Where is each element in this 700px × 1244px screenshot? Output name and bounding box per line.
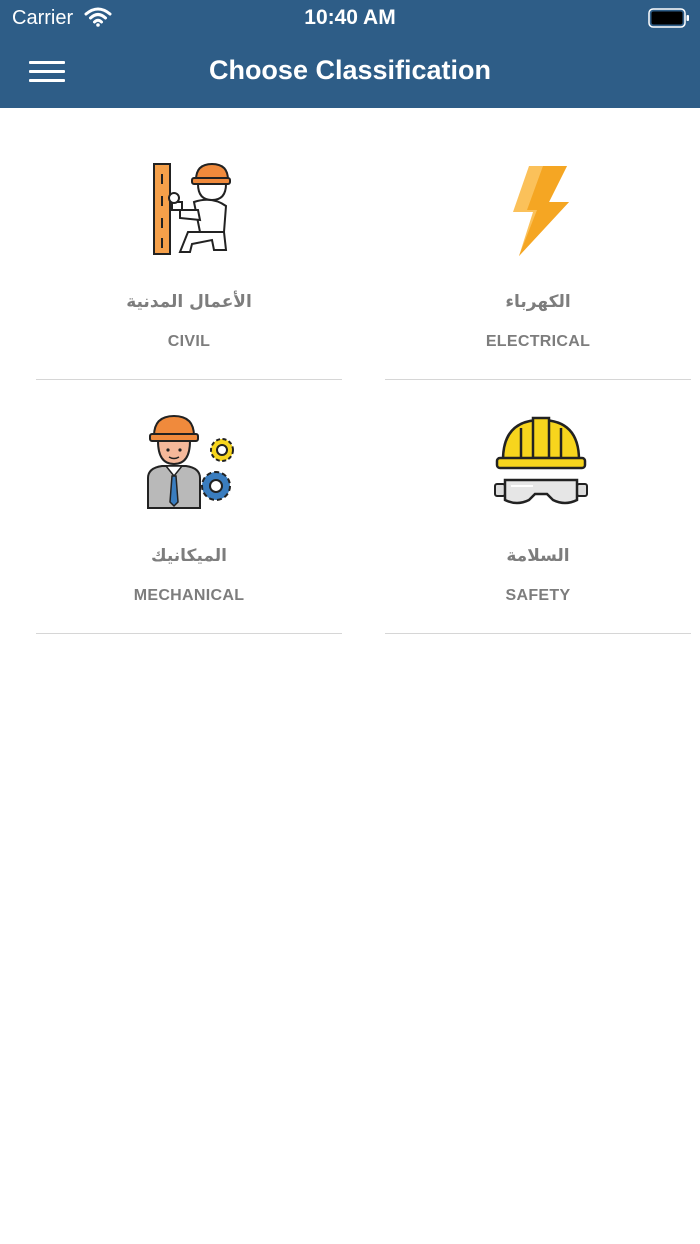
classification-label-en: SAFETY <box>505 587 571 604</box>
classification-electrical[interactable]: الكهرباء ELECTRICAL <box>385 108 691 380</box>
lightning-bolt-icon <box>513 166 569 256</box>
classification-safety[interactable]: السلامة SAFETY <box>385 362 691 634</box>
battery-icon <box>648 8 689 28</box>
hamburger-line <box>29 79 65 82</box>
hardhat-goggles-icon <box>494 416 588 505</box>
navigation-bar: Choose Classification <box>0 36 700 108</box>
classification-label-ar: الميكانيك <box>151 546 227 566</box>
status-bar: Carrier 10:40 AM <box>0 0 700 36</box>
status-time: 10:40 AM <box>304 6 396 29</box>
classification-label-en: ELECTRICAL <box>485 333 591 350</box>
classification-label-en: MECHANICAL <box>133 587 245 604</box>
divider <box>385 633 691 634</box>
divider <box>36 633 342 634</box>
classification-mechanical[interactable]: الميكانيك MECHANICAL <box>36 362 342 634</box>
classification-civil[interactable]: الأعمال المدنية CIVIL <box>36 108 342 380</box>
classification-label-ar: الأعمال المدنية <box>126 292 252 312</box>
classification-label-en: CIVIL <box>167 333 211 350</box>
page-title: Choose Classification <box>208 55 492 85</box>
classification-label-ar: الكهرباء <box>505 292 571 312</box>
menu-button[interactable] <box>24 52 70 92</box>
engineer-gears-icon <box>147 414 234 509</box>
construction-worker-icon <box>153 162 231 255</box>
classification-label-ar: السلامة <box>506 546 570 566</box>
hamburger-menu-icon <box>29 61 65 64</box>
hamburger-line <box>29 70 65 73</box>
